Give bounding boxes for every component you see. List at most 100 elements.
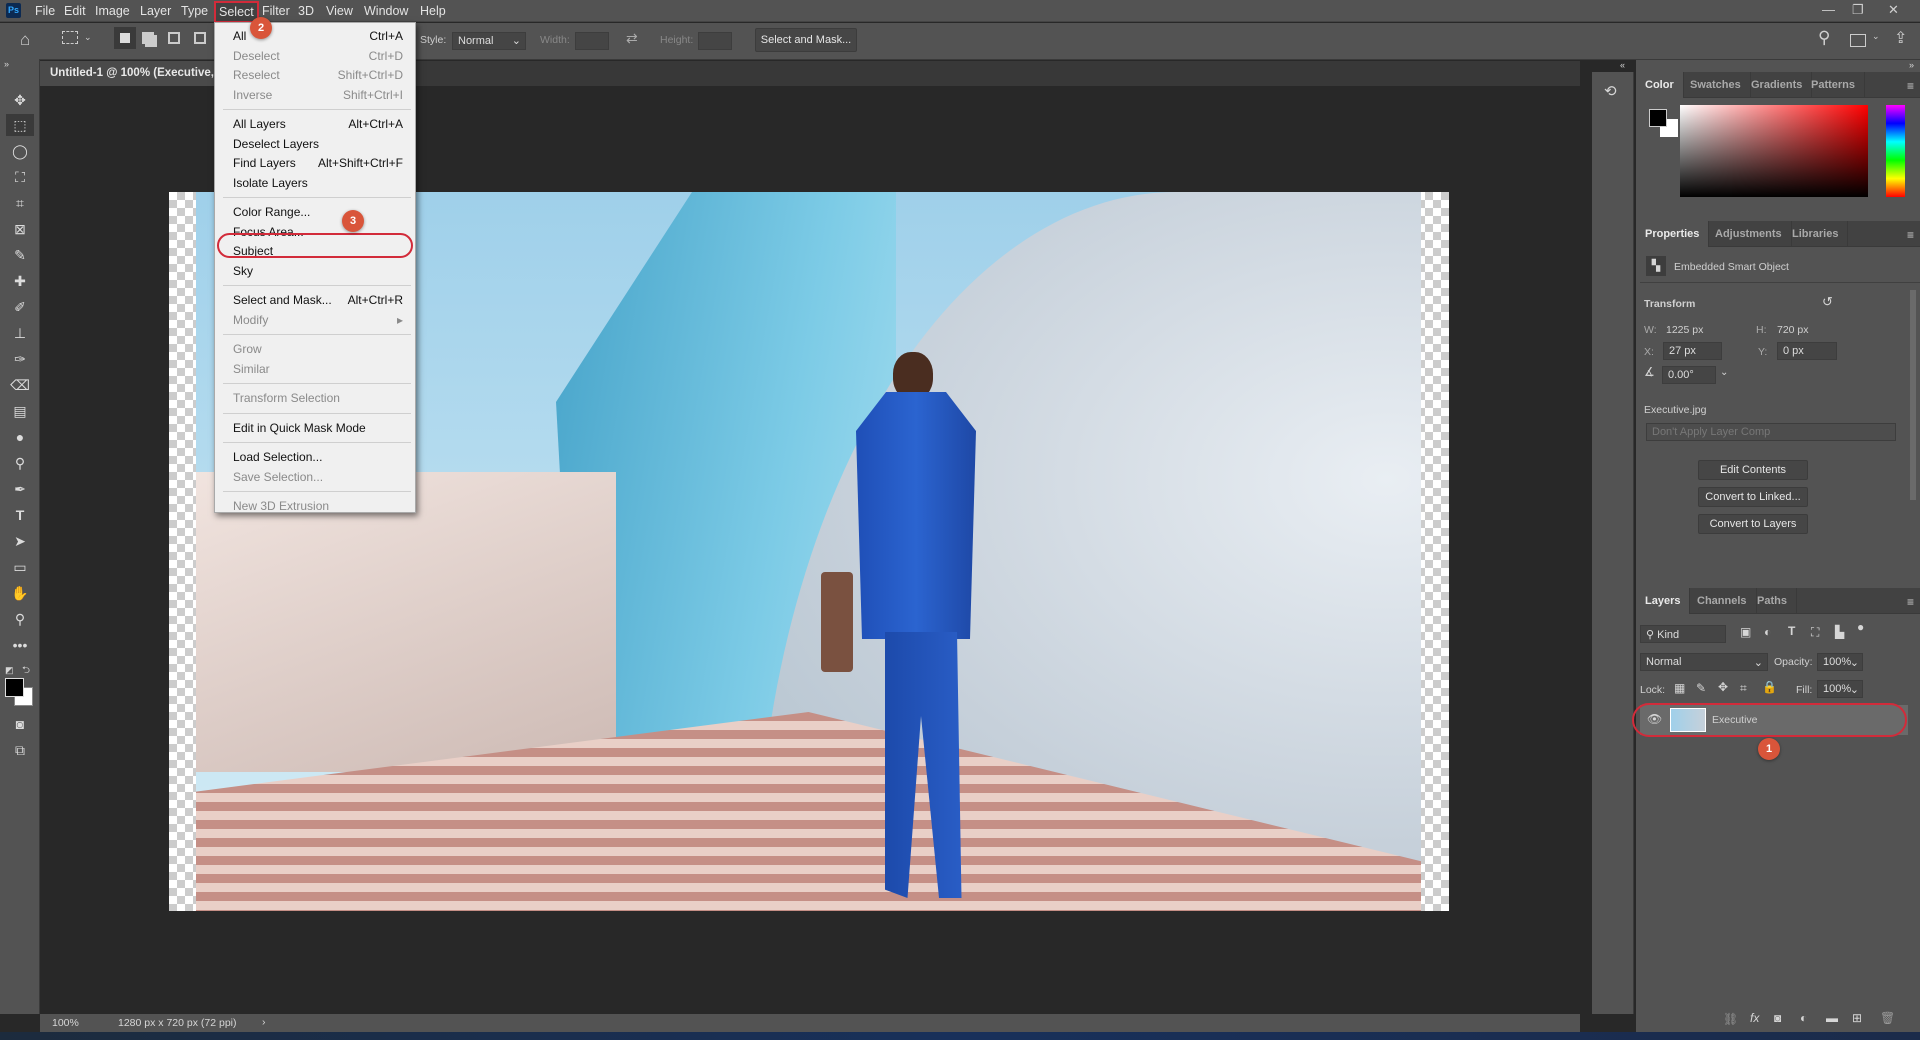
new-selection-icon[interactable] (114, 27, 136, 49)
filter-adjustment-icon[interactable]: ◐ (1764, 625, 1771, 639)
marquee-tool-icon[interactable]: ⬚ (6, 114, 34, 136)
edit-contents-button[interactable]: Edit Contents (1698, 460, 1808, 480)
expand-icon[interactable]: » (4, 59, 9, 69)
menu-item-modify[interactable]: Modify ▸ (233, 311, 403, 330)
menu-item-reselect[interactable]: Reselect Shift+Ctrl+D (233, 66, 403, 85)
foreground-color-swatch[interactable] (1649, 109, 1667, 127)
default-colors-icon[interactable]: ◩ (5, 665, 14, 676)
chevron-down-icon[interactable]: ⌄ (84, 32, 92, 43)
menu-item-sky[interactable]: Sky (233, 262, 403, 281)
subtract-selection-icon[interactable] (168, 32, 180, 44)
hand-tool-icon[interactable]: ✋ (6, 582, 34, 604)
tab-swatches[interactable]: Swatches (1681, 72, 1751, 98)
select-and-mask-button[interactable]: Select and Mask... (755, 28, 857, 52)
blend-mode-select[interactable]: Normal ⌄ (1640, 653, 1768, 671)
eraser-tool-icon[interactable]: ⌫ (6, 374, 34, 396)
filter-type-icon[interactable]: T (1788, 624, 1795, 638)
menu-image[interactable]: Image (95, 4, 130, 18)
tab-adjustments[interactable]: Adjustments (1706, 221, 1792, 247)
close-icon[interactable]: ✕ (1888, 2, 1899, 18)
chevron-down-icon[interactable]: ⌄ (1872, 31, 1880, 42)
new-layer-icon[interactable]: ⊞ (1852, 1011, 1862, 1025)
link-layers-icon[interactable]: ⛓ (1723, 1012, 1738, 1026)
move-tool-icon[interactable]: ✥ (6, 89, 34, 111)
share-icon[interactable]: ⇪ (1894, 28, 1907, 48)
x-input[interactable]: 27 px (1663, 342, 1722, 360)
lock-pixels-icon[interactable]: ✎ (1696, 681, 1706, 695)
color-field[interactable] (1680, 105, 1868, 197)
filter-shape-icon[interactable]: ⛶ (1811, 625, 1819, 640)
brush-tool-icon[interactable]: ✐ (6, 296, 34, 318)
pen-tool-icon[interactable]: ✒ (6, 478, 34, 500)
convert-to-layers-button[interactable]: Convert to Layers (1698, 514, 1808, 534)
panel-menu-icon[interactable]: ≡ (1907, 79, 1914, 93)
opacity-input[interactable]: 100% ⌄ (1817, 653, 1863, 671)
dodge-tool-icon[interactable]: ⚲ (6, 452, 34, 474)
gradient-tool-icon[interactable]: ▤ (6, 400, 34, 422)
tab-color[interactable]: Color (1636, 72, 1684, 98)
tab-libraries[interactable]: Libraries (1783, 221, 1849, 247)
menu-item-transform-selection[interactable]: Transform Selection (233, 389, 403, 408)
tab-paths[interactable]: Paths (1748, 588, 1797, 614)
fx-icon[interactable]: fx (1750, 1011, 1759, 1025)
height-input[interactable] (698, 32, 732, 50)
add-selection-icon[interactable] (142, 32, 154, 44)
menu-item-deselect[interactable]: Deselect Ctrl+D (233, 47, 403, 66)
panel-menu-icon[interactable]: ≡ (1907, 595, 1914, 609)
filter-smart-object-icon[interactable]: ▙ (1835, 625, 1844, 639)
tab-channels[interactable]: Channels (1688, 588, 1757, 614)
adjustment-layer-icon[interactable]: ◐ (1800, 1011, 1807, 1025)
history-brush-tool-icon[interactable]: ✑ (6, 348, 34, 370)
swap-icon[interactable]: ⇄ (626, 30, 638, 47)
menu-3d[interactable]: 3D (298, 4, 314, 18)
lock-artboard-icon[interactable]: ⌗ (1740, 681, 1747, 696)
menu-help[interactable]: Help (420, 4, 446, 18)
zoom-tool-icon[interactable]: ⚲ (6, 608, 34, 630)
chevron-down-icon[interactable]: ⌄ (1720, 367, 1728, 378)
menu-layer[interactable]: Layer (140, 4, 171, 18)
filter-toggle-icon[interactable]: ● (1857, 620, 1864, 634)
filter-pixel-icon[interactable]: ▣ (1740, 625, 1751, 639)
panel-menu-icon[interactable]: ≡ (1907, 228, 1914, 242)
angle-input[interactable]: 0.00° (1662, 366, 1716, 384)
minimize-icon[interactable]: — (1822, 2, 1835, 17)
menu-item-deselect-layers[interactable]: Deselect Layers (233, 135, 403, 154)
tab-properties[interactable]: Properties (1636, 221, 1710, 247)
document-tab[interactable]: Untitled-1 @ 100% (Executive, RGB/8) (40, 61, 215, 86)
tab-layers[interactable]: Layers (1636, 588, 1691, 614)
frame-tool-icon[interactable]: ⊠ (6, 218, 34, 240)
hue-slider[interactable] (1886, 105, 1905, 197)
type-tool-icon[interactable]: T (6, 504, 34, 526)
menu-file[interactable]: File (35, 4, 55, 18)
rectangle-tool-icon[interactable]: ▭ (6, 556, 34, 578)
blur-tool-icon[interactable]: ● (6, 426, 34, 448)
rect-marquee-icon[interactable] (62, 31, 78, 44)
stamp-tool-icon[interactable]: ⊥ (6, 322, 34, 344)
menu-item-inverse[interactable]: Inverse Shift+Ctrl+I (233, 86, 403, 105)
crop-tool-icon[interactable]: ⌗ (6, 192, 34, 214)
group-icon[interactable]: ▬ (1826, 1011, 1838, 1025)
menu-item-similar[interactable]: Similar (233, 360, 403, 379)
expand-icon[interactable]: » (1909, 60, 1914, 70)
collapse-icon[interactable]: « (1620, 60, 1625, 70)
menu-filter[interactable]: Filter (262, 4, 290, 18)
menu-item-save-selection[interactable]: Save Selection... (233, 468, 403, 487)
width-input[interactable] (575, 32, 609, 50)
object-selection-tool-icon[interactable]: ⛶ (6, 166, 34, 188)
lasso-tool-icon[interactable]: ◯ (6, 140, 34, 162)
menu-item-edit-in-quick-mask-mode[interactable]: Edit in Quick Mask Mode (233, 419, 403, 438)
history-icon[interactable]: ⟲ (1604, 82, 1617, 100)
home-icon[interactable]: ⌂ (20, 30, 30, 50)
menu-item-find-layers[interactable]: Find Layers Alt+Shift+Ctrl+F (233, 154, 403, 173)
healing-brush-tool-icon[interactable]: ✚ (6, 270, 34, 292)
quick-mask-icon[interactable]: ◙ (6, 713, 34, 735)
y-input[interactable]: 0 px (1777, 342, 1837, 360)
restore-icon[interactable]: ❐ (1852, 2, 1864, 18)
delete-layer-icon[interactable]: 🗑 (1880, 1011, 1895, 1025)
menu-item-color-range[interactable]: Color Range... (233, 203, 403, 222)
more-tools-icon[interactable]: ••• (6, 634, 34, 656)
style-select[interactable]: Normal ⌄ (452, 32, 526, 50)
fill-input[interactable]: 100% ⌄ (1817, 680, 1863, 698)
foreground-color-swatch[interactable] (5, 678, 24, 697)
reset-transform-icon[interactable]: ↺ (1822, 294, 1833, 310)
